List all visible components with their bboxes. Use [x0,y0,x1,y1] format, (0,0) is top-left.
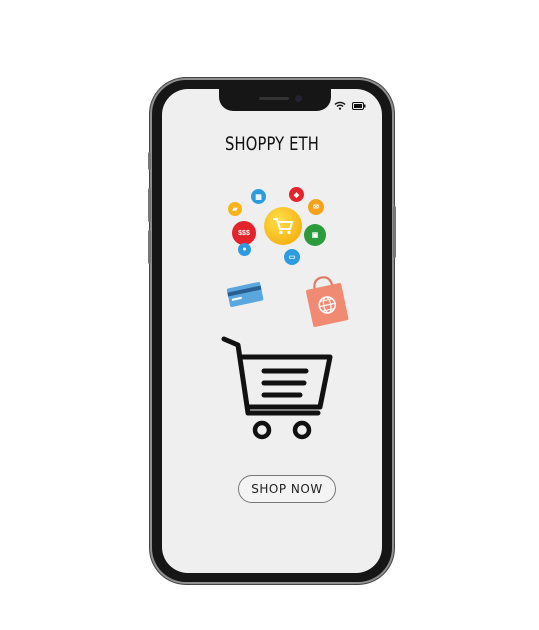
ecommerce-icon-cluster: ▰ ▦ ◆ ✉ $$$ ▣ ● ▭ [228,187,338,273]
calendar-icon: ▦ [251,189,266,204]
phone-device: SHOPPY ETH ▰ ▦ ◆ ✉ $$$ ▣ ● ▭ SHOP NOW [148,80,396,582]
mail-icon: ✉ [308,199,324,215]
shopping-cart-icon [264,207,302,245]
volume-up-button [148,188,151,222]
credit-card-icon [226,281,264,312]
status-bar [334,97,366,115]
front-camera [295,95,302,102]
shop-now-button[interactable]: SHOP NOW [238,475,336,503]
battery-icon [352,97,366,115]
power-button [393,206,396,258]
app-title: SHOPPY ETH [224,133,320,155]
volume-down-button [148,230,151,264]
money-icon: $$$ [232,221,256,245]
price-tag-icon: ◆ [289,187,304,202]
large-cart-icon [218,333,338,450]
phone-screen: SHOPPY ETH ▰ ▦ ◆ ✉ $$$ ▣ ● ▭ SHOP NOW [162,89,382,573]
side-button [148,152,151,170]
globe-bag-icon [302,274,352,333]
location-icon: ● [238,243,251,256]
truck-icon: ▰ [228,202,242,216]
notch [219,89,331,111]
wifi-icon [334,97,346,115]
speaker [259,97,289,100]
shopping-bag-icon: ▣ [304,224,326,246]
monitor-icon: ▭ [284,249,300,265]
